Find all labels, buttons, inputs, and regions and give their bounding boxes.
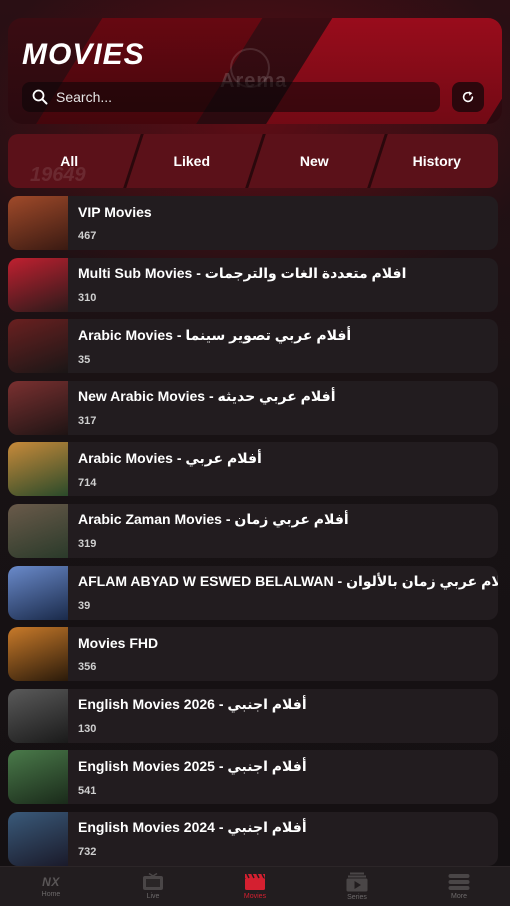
list-item[interactable]: AFLAM ABYAD W ESWED BELALWAN - أفلام عرب… (8, 565, 498, 620)
list-item[interactable]: Movies FHD 356 (8, 627, 498, 682)
tab-label: Liked (173, 153, 211, 169)
category-count: 35 (78, 353, 91, 366)
nav-more[interactable]: More (408, 867, 510, 906)
category-thumbnail (8, 688, 68, 743)
category-title: Arabic Zaman Movies - أفلام عربي زمان (78, 511, 349, 528)
search-input[interactable] (56, 89, 416, 105)
category-thumbnail (8, 750, 68, 805)
clapperboard-icon (245, 873, 265, 890)
nav-movies[interactable]: Movies (204, 867, 306, 906)
list-item[interactable]: English Movies 2025 - أفلام اجنبي 541 (8, 750, 498, 805)
category-title: Multi Sub Movies - افلام متعددة الغات وا… (78, 265, 407, 282)
tv-icon (143, 873, 163, 890)
category-count: 732 (78, 846, 97, 859)
list-item[interactable]: VIP Movies 467 (8, 196, 498, 250)
category-title: Movies FHD (78, 635, 159, 652)
tab-label: New (299, 153, 329, 169)
nav-label: Live (146, 893, 160, 900)
nav-series[interactable]: Series (306, 867, 408, 906)
tab-label: All (60, 153, 79, 169)
category-thumbnail (8, 503, 68, 558)
search-icon (32, 89, 48, 105)
category-title: English Movies 2024 - أفلام اجنبي (78, 819, 307, 836)
category-count: 319 (78, 538, 97, 551)
list-item[interactable]: Arabic Movies - أفلام عربي 714 (8, 442, 498, 497)
nav-label: Home (41, 891, 61, 898)
category-list: VIP Movies 467 Multi Sub Movies - افلام م… (8, 196, 498, 874)
refresh-icon (462, 91, 474, 103)
nav-home[interactable]: NX Home (0, 867, 102, 906)
list-item[interactable]: English Movies 2026 - أفلام اجنبي 130 (8, 688, 498, 743)
tab-history[interactable]: History (376, 134, 499, 188)
tab-all[interactable]: All (8, 134, 131, 188)
category-count: 39 (78, 600, 91, 613)
category-title: English Movies 2026 - أفلام اجنبي (78, 696, 307, 713)
list-item[interactable]: New Arabic Movies - أفلام عربي حديثه 317 (8, 380, 498, 435)
filter-tabs: 19649 All Liked New History (8, 134, 498, 188)
category-title: English Movies 2025 - أفلام اجنبي (78, 757, 307, 774)
category-title: New Arabic Movies - أفلام عربي حديثه (78, 388, 336, 405)
category-title: VIP Movies (78, 204, 152, 220)
category-count: 467 (78, 230, 97, 242)
nav-label: Series (347, 894, 367, 901)
page-title: MOVIES (22, 38, 145, 71)
menu-icon (448, 874, 470, 890)
category-thumbnail (8, 380, 68, 435)
header-banner: Arema MOVIES (8, 18, 502, 124)
nav-label: Movies (243, 893, 267, 900)
search-bar[interactable] (22, 82, 440, 112)
category-thumbnail (8, 565, 68, 620)
list-item[interactable]: Multi Sub Movies - افلام متعددة الغات وا… (8, 257, 498, 312)
refresh-button[interactable] (452, 82, 484, 112)
category-count: 541 (78, 784, 97, 797)
category-thumbnail (8, 442, 68, 497)
tab-label: History (412, 153, 461, 169)
nx-logo: NX (42, 875, 60, 889)
category-count: 310 (78, 292, 97, 305)
category-thumbnail (8, 196, 68, 250)
category-title: Arabic Movies - أفلام عربي تصوير سينما (78, 326, 352, 343)
play-stack-icon (346, 872, 368, 892)
list-item[interactable]: Arabic Zaman Movies - أفلام عربي زمان 319 (8, 503, 498, 558)
category-count: 714 (78, 476, 97, 489)
category-thumbnail (8, 811, 68, 866)
category-count: 130 (78, 723, 97, 736)
category-thumbnail (8, 319, 68, 374)
tab-liked[interactable]: Liked (131, 134, 254, 188)
category-count: 356 (78, 661, 97, 674)
category-title: Arabic Movies - أفلام عربي (78, 449, 262, 466)
category-title: AFLAM ABYAD W ESWED BELALWAN - أفلام عرب… (78, 573, 498, 590)
list-item[interactable]: English Movies 2024 - أفلام اجنبي 732 (8, 811, 498, 866)
bottom-nav: NX Home Live Movies Series More (0, 866, 510, 906)
tab-new[interactable]: New (253, 134, 376, 188)
category-count: 317 (78, 415, 97, 428)
category-thumbnail (8, 627, 68, 682)
category-thumbnail (8, 257, 68, 312)
list-item[interactable]: Arabic Movies - أفلام عربي تصوير سينما 35 (8, 319, 498, 374)
nav-live[interactable]: Live (102, 867, 204, 906)
nav-label: More (451, 893, 467, 900)
